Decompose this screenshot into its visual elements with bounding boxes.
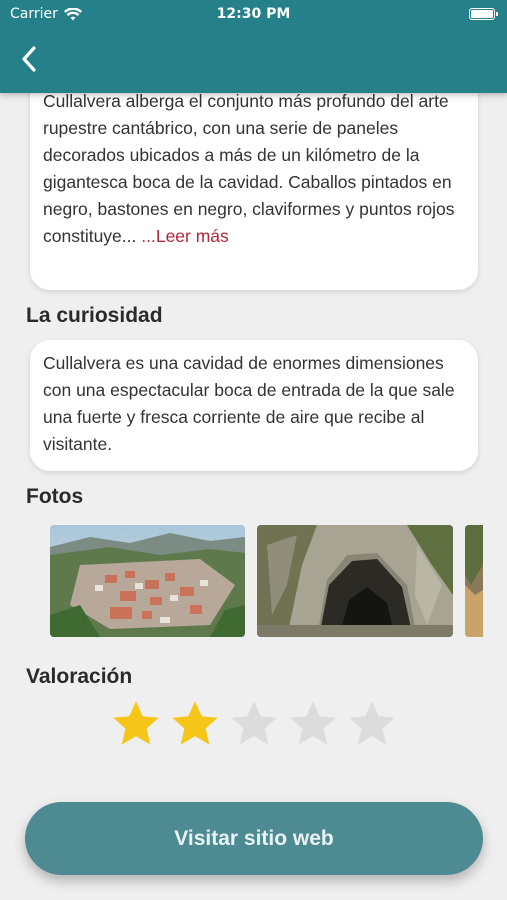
star-icon-5[interactable] [346,698,398,750]
description-text: Cullalvera alberga el conjunto más profu… [43,91,455,246]
town-aerial-photo [50,525,245,637]
star-icon-2[interactable] [169,698,221,750]
curiosity-card: Cullalvera es una cavidad de enormes dim… [30,340,478,471]
read-more-link[interactable]: ...Leer más [136,226,229,246]
back-button[interactable] [14,44,44,74]
star-icon-1[interactable] [110,698,162,750]
photo-town[interactable] [50,525,245,637]
description-card: Cullalvera alberga el conjunto más profu… [30,60,478,290]
curiosity-title: La curiosidad [26,304,163,327]
clock: 12:30 PM [216,6,291,22]
curiosity-text: Cullalvera es una cavidad de enormes dim… [43,353,455,454]
star-icon-4[interactable] [287,698,339,750]
visit-website-button[interactable]: Visitar sitio web [25,802,483,875]
photo-third[interactable] [465,525,483,637]
visit-website-label: Visitar sitio web [174,826,334,850]
chevron-left-icon [22,46,36,72]
photo-cave[interactable] [257,525,453,637]
cave-entrance-photo [257,525,453,637]
photos-title: Fotos [26,485,84,508]
star-icon-3[interactable] [228,698,280,750]
third-photo [465,525,483,637]
status-bar: Carrier 12:30 PM [0,4,507,26]
battery-icon [469,8,498,20]
rating-stars[interactable] [110,698,398,750]
rating-title: Valoración [26,665,133,688]
navigation-bar: Carrier 12:30 PM [0,0,507,93]
